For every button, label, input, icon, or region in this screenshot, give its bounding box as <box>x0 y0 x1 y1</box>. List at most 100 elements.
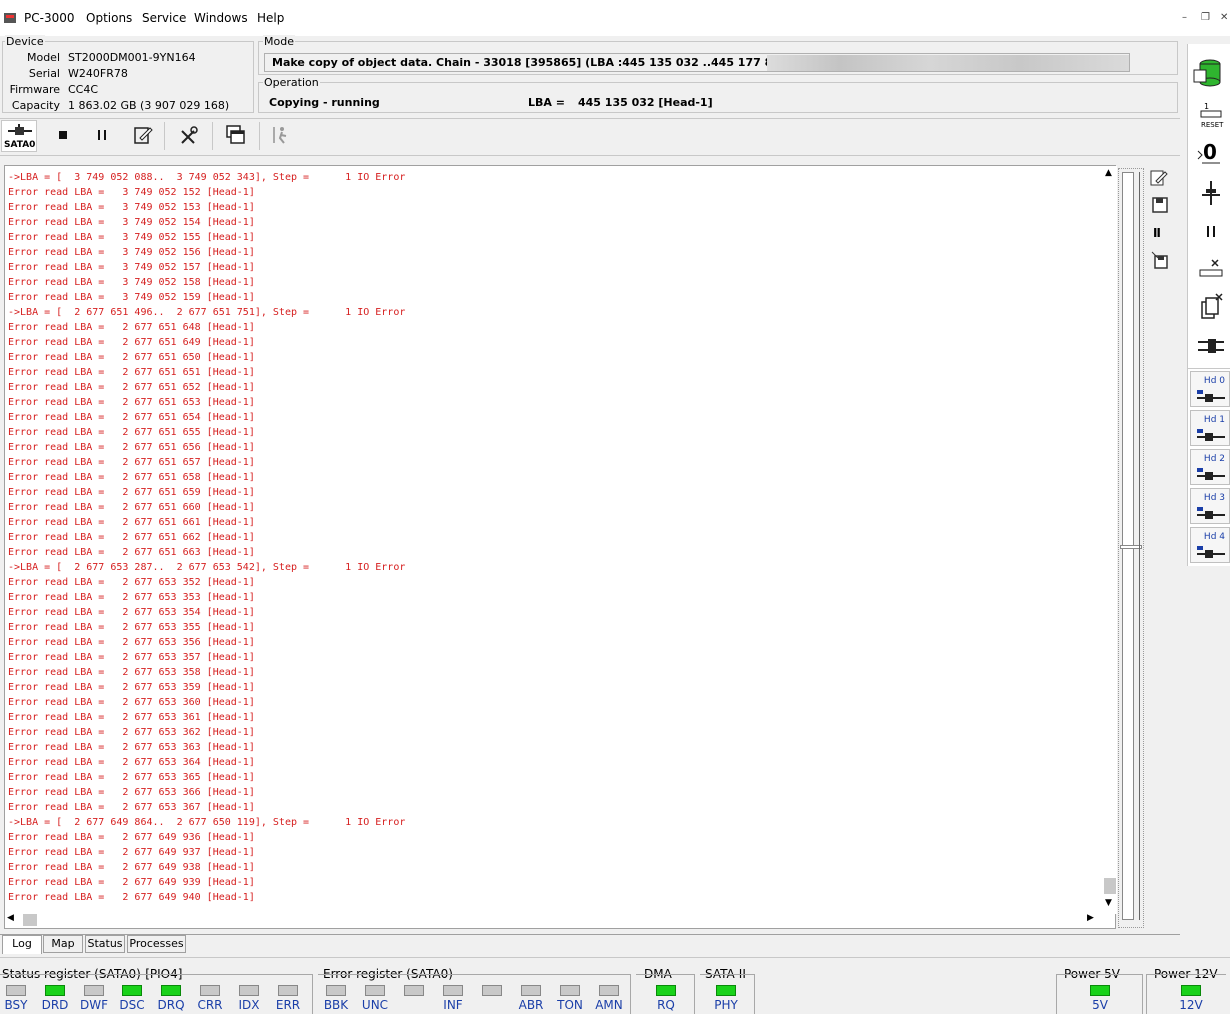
panel-pause-icon[interactable] <box>1190 220 1230 256</box>
lba-value: 445 135 032 [Head-1] <box>578 96 713 109</box>
head-2-button[interactable]: Hd 2 <box>1190 449 1230 485</box>
log-error-line: Error read LBA = 2 677 651 652 [Head-1] <box>8 382 255 393</box>
log-panel[interactable]: ->LBA = [ 3 749 052 088.. 3 749 052 343]… <box>4 165 1117 929</box>
save-log-icon[interactable] <box>1149 168 1169 188</box>
log-error-line: Error read LBA = 2 677 653 360 [Head-1] <box>8 697 255 708</box>
reset-button[interactable]: 1 RESET <box>1190 99 1230 135</box>
log-horizontal-scrollbar[interactable]: ◀ ▶ <box>5 912 1101 928</box>
capacity-value: 1 863.02 GB (3 907 029 168) <box>68 99 230 112</box>
close-icon[interactable]: ✕ <box>1220 12 1228 23</box>
status-dwf-led-label: DWF <box>79 998 108 1012</box>
channel-icon[interactable] <box>1190 330 1230 366</box>
menu-bar: PC-3000 Options Service Windows Help – ❐… <box>0 0 1230 36</box>
head-4-label: Hd 4 <box>1203 532 1225 542</box>
log-error-line: Error read LBA = 3 749 052 154 [Head-1] <box>8 217 255 228</box>
edit-document-icon[interactable] <box>132 124 154 146</box>
menu-service[interactable]: Service <box>142 11 186 25</box>
head-2-label: Hd 2 <box>1203 454 1225 464</box>
menu-windows[interactable]: Windows <box>194 11 248 25</box>
head-0-label: Hd 0 <box>1203 376 1225 386</box>
log-error-line: Error read LBA = 2 677 649 940 [Head-1] <box>8 892 255 903</box>
scroll-right-icon[interactable]: ▶ <box>1087 913 1094 923</box>
error-unc-led-label: UNC <box>361 998 389 1012</box>
operation-group <box>258 82 1178 113</box>
tools-icon[interactable] <box>178 125 200 147</box>
reset-label: RESET <box>1201 121 1224 129</box>
operation-status: Copying - running <box>269 96 380 109</box>
probe-icon[interactable] <box>1190 177 1230 213</box>
log-error-line: Error read LBA = 2 677 651 651 [Head-1] <box>8 367 255 378</box>
scroll-left-icon[interactable]: ◀ <box>7 913 14 923</box>
log-error-line: Error read LBA = 2 677 653 354 [Head-1] <box>8 607 255 618</box>
pause-icon[interactable] <box>95 128 109 142</box>
menu-help[interactable]: Help <box>257 11 284 25</box>
copy-delete-icon[interactable] <box>1190 292 1230 328</box>
scroll-up-icon[interactable]: ▲ <box>1105 168 1112 178</box>
log-range-line: ->LBA = [ 2 677 649 864.. 2 677 650 119]… <box>8 817 406 828</box>
error-amn-led <box>599 985 619 996</box>
log-error-line: Error read LBA = 2 677 653 357 [Head-1] <box>8 652 255 663</box>
log-error-line: Error read LBA = 2 677 653 366 [Head-1] <box>8 787 255 798</box>
stop-icon[interactable] <box>56 128 70 142</box>
status-drd-led-label: DRD <box>41 998 69 1012</box>
restore-icon[interactable]: ❐ <box>1201 12 1210 23</box>
log-error-line: Error read LBA = 2 677 649 938 [Head-1] <box>8 862 255 873</box>
error-ton-led-label: TON <box>557 998 583 1012</box>
log-lines: ->LBA = [ 3 749 052 088.. 3 749 052 343]… <box>8 170 1098 908</box>
database-icon[interactable] <box>1190 56 1230 92</box>
log-error-line: Error read LBA = 2 677 651 655 [Head-1] <box>8 427 255 438</box>
head-1-button[interactable]: Hd 1 <box>1190 410 1230 446</box>
model-label: Model <box>26 51 60 64</box>
scroll-thumb[interactable] <box>1104 878 1116 894</box>
menu-options[interactable]: Options <box>86 11 132 25</box>
log-error-line: Error read LBA = 2 677 651 657 [Head-1] <box>8 457 255 468</box>
floppy-icon[interactable] <box>1151 196 1169 214</box>
progress-gauge <box>1118 168 1144 928</box>
minimize-icon[interactable]: – <box>1182 12 1187 23</box>
log-error-line: Error read LBA = 2 677 653 352 [Head-1] <box>8 577 255 588</box>
app-title: PC-3000 <box>24 11 75 25</box>
head-0-button[interactable]: Hd 0 <box>1190 371 1230 407</box>
serial-value: W240FR78 <box>68 67 128 80</box>
status-bsy-led <box>6 985 26 996</box>
dma-rq-led-label: RQ <box>657 998 675 1012</box>
mode-panel: Make copy of object data. Chain - 33018 … <box>264 53 1130 72</box>
log-error-line: Error read LBA = 3 749 052 153 [Head-1] <box>8 202 255 213</box>
log-error-line: Error read LBA = 2 677 653 359 [Head-1] <box>8 682 255 693</box>
head-3-label: Hd 3 <box>1203 493 1225 503</box>
sata0-label: SATA0 <box>4 140 36 150</box>
status-err-led-label: ERR <box>275 998 301 1012</box>
log-pause-icon[interactable]: Ⅱ <box>1153 226 1161 240</box>
head-3-button[interactable]: Hd 3 <box>1190 488 1230 524</box>
exit-icon[interactable] <box>270 124 292 146</box>
hscroll-thumb[interactable] <box>23 914 37 926</box>
log-error-line: Error read LBA = 2 677 651 659 [Head-1] <box>8 487 255 498</box>
status-dsc-led-label: DSC <box>119 998 145 1012</box>
log-error-line: Error read LBA = 2 677 651 662 [Head-1] <box>8 532 255 543</box>
status-idx-led-label: IDX <box>238 998 260 1012</box>
copy-windows-icon[interactable] <box>225 124 247 146</box>
head-3-icon <box>1197 507 1225 519</box>
scroll-down-icon[interactable]: ▼ <box>1105 898 1112 908</box>
log-error-line: Error read LBA = 2 677 653 361 [Head-1] <box>8 712 255 723</box>
log-error-line: Error read LBA = 2 677 653 364 [Head-1] <box>8 757 255 768</box>
mode-text: Make copy of object data. Chain - 33018 … <box>272 56 801 69</box>
log-vertical-scrollbar[interactable]: ▲ ▼ <box>1102 166 1117 914</box>
tab-map[interactable]: Map <box>43 935 83 953</box>
log-export-icon[interactable] <box>1150 250 1170 270</box>
tab-log[interactable]: Log <box>2 935 42 954</box>
status-dwf-led <box>84 985 104 996</box>
sata-phy-led <box>716 985 736 996</box>
serial-label: Serial <box>28 67 60 80</box>
head-4-button[interactable]: Hd 4 <box>1190 527 1230 563</box>
tab-status[interactable]: Status <box>85 935 125 953</box>
svg-text:0: 0 <box>1203 140 1217 164</box>
sata0-port-button[interactable]: SATA0 <box>1 120 37 152</box>
log-error-line: Error read LBA = 2 677 651 661 [Head-1] <box>8 517 255 528</box>
tab-processes[interactable]: Processes <box>127 935 186 953</box>
log-error-line: Error read LBA = 2 677 653 365 [Head-1] <box>8 772 255 783</box>
svg-text:1: 1 <box>1204 102 1209 111</box>
log-error-line: Error read LBA = 2 677 651 648 [Head-1] <box>8 322 255 333</box>
power-digit-icon[interactable]: 0 <box>1190 137 1230 173</box>
cut-icon[interactable] <box>1190 254 1230 290</box>
